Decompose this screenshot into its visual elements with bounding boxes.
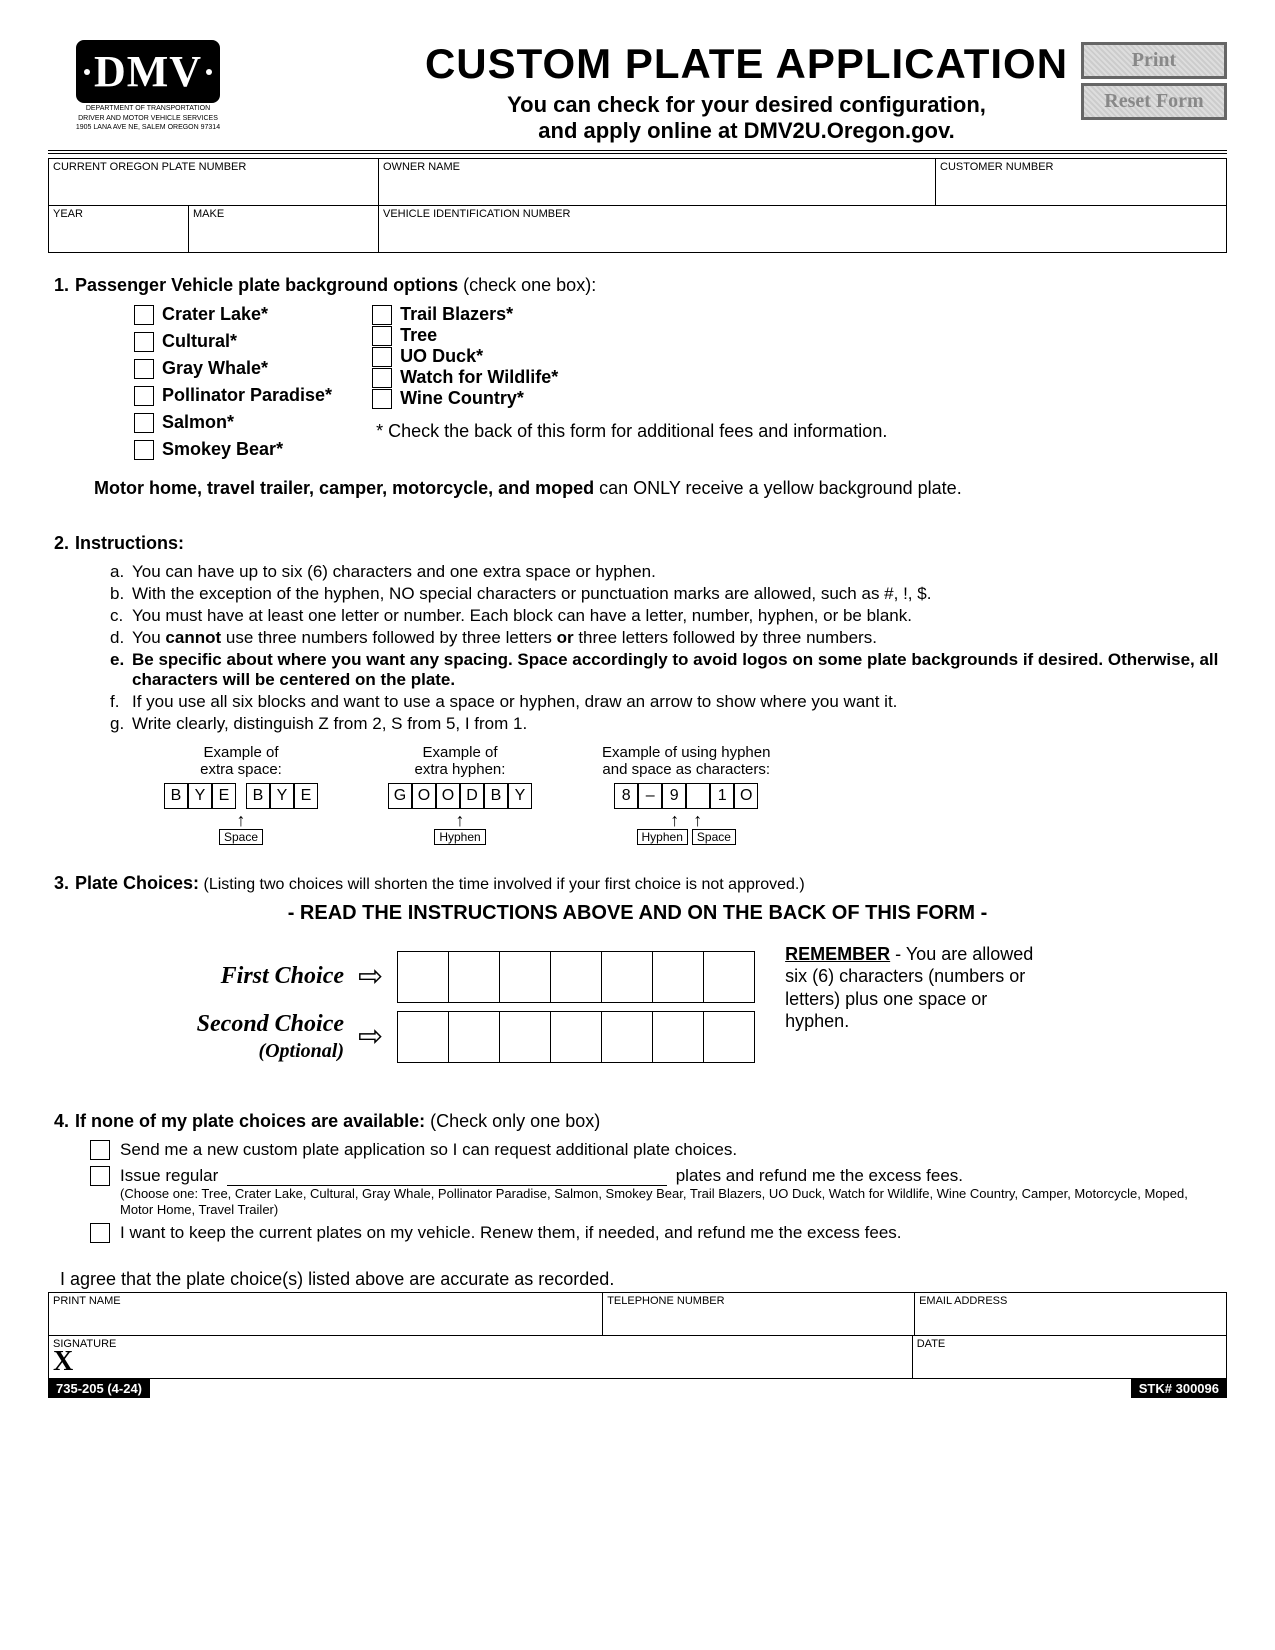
- agreement-text: I agree that the plate choice(s) listed …: [60, 1269, 1221, 1290]
- opt-keep-current: I want to keep the current plates on my …: [120, 1223, 902, 1243]
- checkbox-bg-option[interactable]: [372, 389, 392, 409]
- checkbox-bg-option[interactable]: [372, 305, 392, 325]
- checkbox-bg-option[interactable]: [134, 413, 154, 433]
- example-space: Example ofextra space: BYEBYE ↑Space: [164, 744, 318, 845]
- label-vin: VEHICLE IDENTIFICATION NUMBER: [383, 208, 1222, 220]
- first-choice-label: First Choice: [154, 963, 344, 989]
- checkbox-issue-regular[interactable]: [90, 1166, 110, 1186]
- bg-option-label: Pollinator Paradise*: [162, 385, 332, 406]
- checkbox-bg-option[interactable]: [134, 386, 154, 406]
- section-2-heading: 2.Instructions:: [54, 533, 1221, 554]
- dmv-logo-text: DMV: [76, 40, 220, 103]
- second-choice-input[interactable]: [397, 1011, 755, 1063]
- signature-grid: PRINT NAME TELEPHONE NUMBER EMAIL ADDRES…: [48, 1292, 1227, 1379]
- bg-option-label: Crater Lake*: [162, 304, 268, 325]
- checkbox-bg-option[interactable]: [134, 305, 154, 325]
- section-1-heading: 1.Passenger Vehicle plate background opt…: [54, 275, 1221, 296]
- asterisk-note: * Check the back of this form for additi…: [376, 421, 892, 442]
- motor-note: Motor home, travel trailer, camper, moto…: [94, 478, 1221, 499]
- label-customer: CUSTOMER NUMBER: [940, 161, 1222, 173]
- checkbox-bg-option[interactable]: [134, 440, 154, 460]
- plate-type-input[interactable]: [227, 1169, 667, 1186]
- bg-option-label: Trail Blazers*: [400, 304, 513, 325]
- checkbox-keep-current[interactable]: [90, 1223, 110, 1243]
- checkbox-bg-option[interactable]: [134, 359, 154, 379]
- label-telephone: TELEPHONE NUMBER: [607, 1295, 910, 1307]
- section-4-heading: 4.If none of my plate choices are availa…: [54, 1111, 1221, 1132]
- bg-option-label: Wine Country*: [400, 388, 524, 409]
- label-plate: CURRENT OREGON PLATE NUMBER: [53, 161, 374, 173]
- reset-button[interactable]: Reset Form: [1081, 83, 1227, 120]
- bg-option-label: Tree: [400, 325, 437, 346]
- remember-note: REMEMBER - You are allowed six (6) chara…: [785, 943, 1055, 1033]
- opt-issue-regular: Issue regular plates and refund me the e…: [120, 1166, 1221, 1217]
- label-owner: OWNER NAME: [383, 161, 931, 173]
- form-number: 735-205 (4-24): [48, 1379, 150, 1398]
- opt-send-new: Send me a new custom plate application s…: [120, 1140, 737, 1160]
- label-make: MAKE: [193, 208, 374, 220]
- arrow-icon: ⇨: [358, 959, 383, 994]
- checkbox-bg-option[interactable]: [372, 347, 392, 367]
- example-hyphen: Example ofextra hyphen: GOODBY ↑Hyphen: [388, 744, 532, 845]
- bg-option-label: Salmon*: [162, 412, 234, 433]
- subtitle-2: and apply online at DMV2U.Oregon.gov.: [266, 118, 1227, 144]
- label-print-name: PRINT NAME: [53, 1295, 598, 1307]
- vehicle-info-grid: CURRENT OREGON PLATE NUMBER OWNER NAME C…: [48, 158, 1227, 253]
- label-date: DATE: [917, 1338, 1222, 1350]
- print-button[interactable]: Print: [1081, 42, 1227, 79]
- bg-option-label: Smokey Bear*: [162, 439, 283, 460]
- bg-option-label: Cultural*: [162, 331, 237, 352]
- bg-option-label: Watch for Wildlife*: [400, 367, 558, 388]
- header: DMV DEPARTMENT OF TRANSPORTATION DRIVER …: [48, 40, 1227, 154]
- label-email: EMAIL ADDRESS: [919, 1295, 1222, 1307]
- checkbox-bg-option[interactable]: [134, 332, 154, 352]
- checkbox-send-new[interactable]: [90, 1140, 110, 1160]
- checkbox-bg-option[interactable]: [372, 326, 392, 346]
- second-choice-label: Second Choice(Optional): [154, 1011, 344, 1064]
- stock-number: STK# 300096: [1131, 1379, 1227, 1398]
- bg-option-label: Gray Whale*: [162, 358, 268, 379]
- checkbox-bg-option[interactable]: [372, 368, 392, 388]
- label-year: YEAR: [53, 208, 184, 220]
- arrow-icon: ⇨: [358, 1019, 383, 1054]
- dmv-logo: DMV DEPARTMENT OF TRANSPORTATION DRIVER …: [48, 40, 248, 132]
- read-banner: - READ THE INSTRUCTIONS ABOVE AND ON THE…: [54, 902, 1221, 925]
- example-both: Example of using hyphenand space as char…: [602, 744, 770, 845]
- bg-option-label: UO Duck*: [400, 346, 483, 367]
- section-3-heading: 3.Plate Choices: (Listing two choices wi…: [54, 873, 1221, 894]
- first-choice-input[interactable]: [397, 951, 755, 1003]
- label-signature: SIGNATURE: [53, 1338, 908, 1350]
- signature-x: X: [53, 1346, 73, 1378]
